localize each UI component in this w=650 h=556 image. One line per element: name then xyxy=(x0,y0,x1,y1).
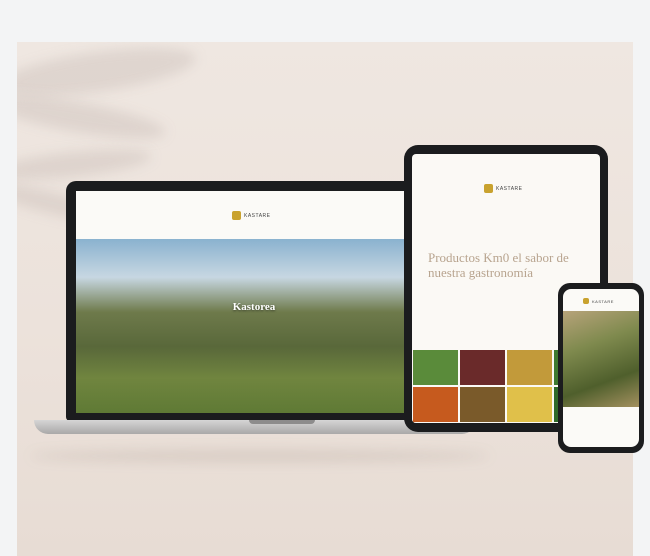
hero-landscape-image: Kastorea xyxy=(76,239,432,413)
logo-text: KASTARE xyxy=(244,212,271,219)
logo-mark-icon xyxy=(484,184,493,193)
phone-device: KASTARE xyxy=(558,283,644,453)
right-border xyxy=(633,0,650,556)
logo-text: KASTARE xyxy=(496,185,523,192)
phone-logo[interactable]: KASTARE xyxy=(583,298,614,304)
food-tile xyxy=(506,349,553,386)
leaf-shadow xyxy=(17,42,199,106)
laptop-nav-bar: KASTARE xyxy=(76,191,432,239)
logo-mark-icon xyxy=(583,298,589,304)
logo-text: KASTARE xyxy=(592,298,614,304)
hero-title: Kastorea xyxy=(232,301,276,313)
logo-mark-icon xyxy=(232,211,241,220)
food-tile xyxy=(506,386,553,423)
tablet-logo[interactable]: KASTARE xyxy=(484,184,522,193)
top-border xyxy=(0,0,650,42)
food-tile xyxy=(459,349,506,386)
leaf-shadow xyxy=(17,86,169,148)
laptop-screen: KASTARE Kastorea xyxy=(76,191,432,413)
phone-screen: KASTARE xyxy=(563,289,639,447)
food-tile xyxy=(412,349,459,386)
laptop-logo[interactable]: KASTARE xyxy=(232,211,270,220)
laptop-notch xyxy=(249,420,315,424)
food-tile xyxy=(459,386,506,423)
forest-photo xyxy=(563,311,639,407)
laptop-device: KASTARE Kastorea xyxy=(66,181,442,421)
tablet-heading: Productos Km0 el sabor de nuestra gastro… xyxy=(428,250,569,280)
food-tile xyxy=(412,386,459,423)
leaf-shadow xyxy=(17,143,153,186)
left-border xyxy=(0,0,17,556)
ground-shadow xyxy=(30,450,490,462)
